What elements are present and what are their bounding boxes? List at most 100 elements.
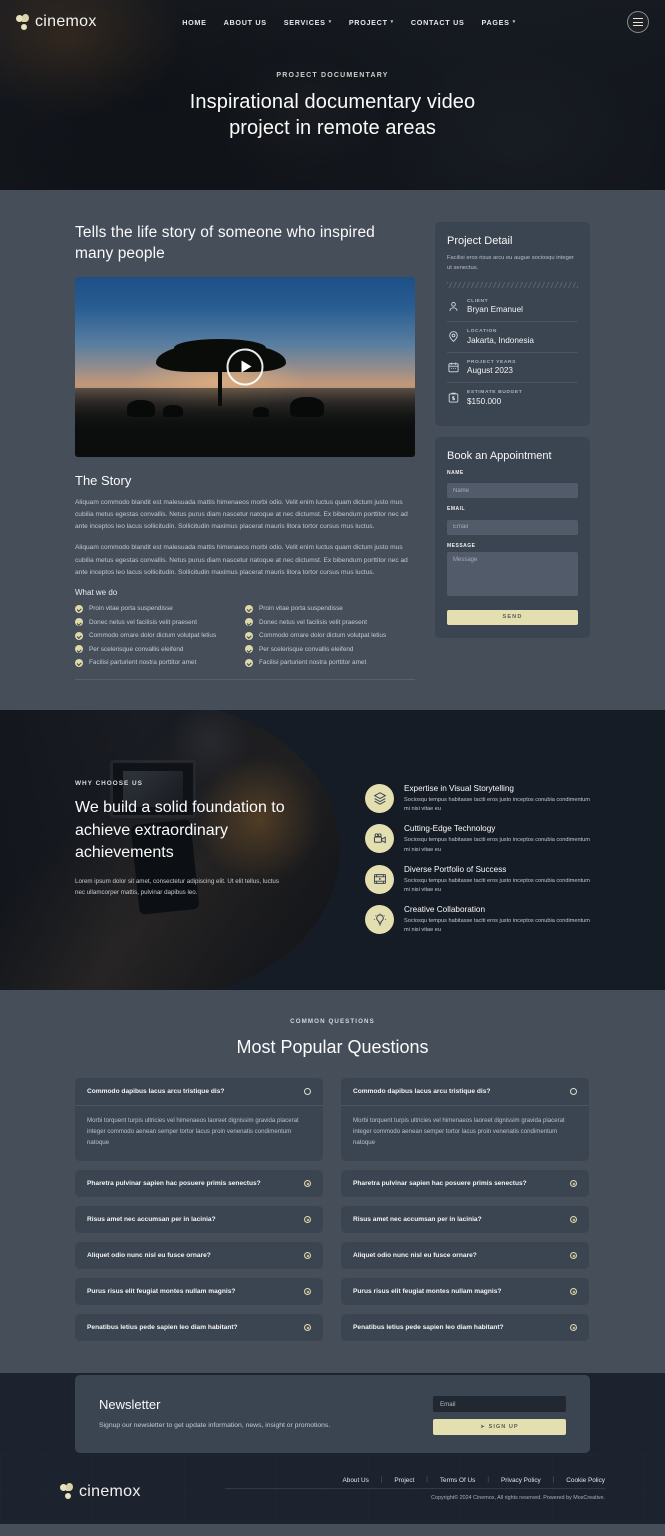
faq-question-row[interactable]: Risus amet nec accumsan per in lacinia? [75, 1206, 323, 1233]
faq-question-row[interactable]: Penatibus letius pede sapien leo diam ha… [341, 1314, 589, 1341]
nav-label: PROJECT [348, 17, 388, 27]
expand-toggle-icon[interactable] [570, 1179, 577, 1187]
nav-label: HOME [182, 17, 207, 27]
faq-item[interactable]: Pharetra pulvinar sapien hac posuere pri… [341, 1169, 589, 1197]
faq-item[interactable]: Penatibus letius pede sapien leo diam ha… [341, 1313, 589, 1341]
faq-item[interactable]: Purus risus elit feugiat montes nullam m… [75, 1277, 323, 1305]
faq-question-row[interactable]: Purus risus elit feugiat montes nullam m… [75, 1278, 323, 1305]
email-field[interactable] [447, 519, 578, 535]
faq-item[interactable]: Pharetra pulvinar sapien hac posuere pri… [75, 1169, 323, 1197]
feature-desc: Sociosqu tempus habitasse taciti eros ju… [404, 877, 590, 893]
collapse-toggle-icon[interactable] [570, 1087, 577, 1095]
detail-value: Jakarta, Indonesia [467, 335, 534, 345]
faq-item[interactable]: Aliquet odio nunc nisl eu fusce ornare? [341, 1241, 589, 1269]
faq-item[interactable]: Penatibus letius pede sapien leo diam ha… [75, 1313, 323, 1341]
list-item-label: Per scelerisque convallis eleifend [259, 645, 354, 653]
footer-logo[interactable]: cinemox [60, 1483, 141, 1501]
faq-item[interactable]: Commodo dapibus lacus arcu tristique dis… [75, 1077, 323, 1161]
faq-question-row[interactable]: Pharetra pulvinar sapien hac posuere pri… [75, 1170, 323, 1197]
expand-toggle-icon[interactable] [304, 1215, 311, 1223]
hatch-divider [447, 281, 578, 288]
expand-toggle-icon[interactable] [570, 1323, 577, 1331]
faq-question-row[interactable]: Aliquet odio nunc nisl eu fusce ornare? [341, 1242, 589, 1269]
faq-question-row[interactable]: Penatibus letius pede sapien leo diam ha… [75, 1314, 323, 1341]
elephant-silhouette [290, 397, 324, 418]
send-button[interactable]: SEND [447, 609, 578, 625]
faq-item[interactable]: Aliquet odio nunc nisl eu fusce ornare? [75, 1241, 323, 1269]
hero-eyebrow: PROJECT DOCUMENTARY [276, 72, 389, 79]
expand-toggle-icon[interactable] [570, 1287, 577, 1295]
site-logo[interactable]: cinemox [16, 13, 97, 31]
detail-row-location: LOCATION Jakarta, Indonesia [447, 322, 578, 353]
feature-title: Creative Collaboration [404, 905, 486, 915]
newsletter-email-input[interactable] [433, 1396, 566, 1413]
faq-question-row[interactable]: Aliquet odio nunc nisl eu fusce ornare? [75, 1242, 323, 1269]
faq-question-row[interactable]: Risus amet nec accumsan per in lacinia? [341, 1206, 589, 1233]
footer: cinemox About Us | Project | Terms Of Us… [0, 1453, 665, 1525]
faq-question-row[interactable]: Commodo dapibus lacus arcu tristique dis… [341, 1078, 589, 1106]
lightbulb-icon [365, 905, 394, 935]
play-icon[interactable] [226, 348, 264, 386]
calendar-icon [447, 361, 460, 374]
detail-label: PROJECT YEARS [467, 359, 517, 365]
detail-row-estimate-budget: ESTIMATE BUDGET $150.000 [447, 383, 578, 413]
check-icon [245, 604, 253, 613]
expand-toggle-icon[interactable] [304, 1323, 311, 1331]
newsletter-card: Newsletter Signup our newsletter to get … [75, 1374, 590, 1454]
divider: | [552, 1477, 555, 1484]
nav-item-project[interactable]: PROJECT ▾ [349, 18, 394, 27]
expand-toggle-icon[interactable] [570, 1215, 577, 1223]
expand-toggle-icon[interactable] [304, 1251, 311, 1259]
nav-item-contact-us[interactable]: CONTACT US [411, 18, 465, 27]
collapse-toggle-icon[interactable] [304, 1087, 311, 1095]
nav-item-services[interactable]: SERVICES ▾ [284, 18, 332, 27]
check-icon [245, 618, 253, 627]
name-field[interactable] [447, 483, 578, 499]
cinemox-logo-icon [60, 1483, 75, 1500]
list-item: Donec netus vel facilisis velit praesent [245, 618, 415, 627]
main-nav: HOME ABOUT US SERVICES ▾ PROJECT ▾ CONTACT… [152, 18, 516, 27]
list-item-label: Donec netus vel facilisis velit praesent [89, 618, 197, 626]
story-paragraph: Aliquam commodo blandit est malesuada ma… [75, 544, 408, 576]
footer-link-cookie-policy[interactable]: Cookie Policy [566, 1477, 605, 1484]
video-player[interactable] [75, 276, 415, 457]
footer-link-privacy-policy[interactable]: Privacy Policy [501, 1477, 541, 1484]
feature-list: Expertise in Visual Storytelling Sociosq… [365, 780, 590, 936]
nav-item-about-us[interactable]: ABOUT US [224, 18, 267, 27]
arrow-icon: ➤ [480, 1424, 486, 1431]
message-field[interactable] [447, 551, 578, 596]
footer-link-about-us[interactable]: About Us [343, 1477, 369, 1484]
feature-desc: Sociosqu tempus habitasse taciti eros ju… [404, 918, 590, 934]
faq-question: Purus risus elit feugiat montes nullam m… [353, 1287, 502, 1295]
nav-item-pages[interactable]: PAGES ▾ [481, 18, 515, 27]
expand-toggle-icon[interactable] [570, 1251, 577, 1259]
hamburger-icon[interactable] [626, 11, 649, 33]
page-title: Inspirational documentary video project … [189, 91, 476, 140]
faq-question: Aliquet odio nunc nisl eu fusce ornare? [353, 1251, 477, 1259]
faq-grid: Commodo dapibus lacus arcu tristique dis… [75, 1077, 590, 1341]
faq-item[interactable]: Risus amet nec accumsan per in lacinia? [75, 1205, 323, 1233]
hero-section: cinemox HOME ABOUT US SERVICES ▾ PROJECT ▾… [0, 0, 665, 190]
sign-up-button[interactable]: ➤ SIGN UP [433, 1419, 566, 1436]
faq-item[interactable]: Purus risus elit feugiat montes nullam m… [341, 1277, 589, 1305]
faq-question-row[interactable]: Purus risus elit feugiat montes nullam m… [341, 1278, 589, 1305]
faq-item[interactable]: Commodo dapibus lacus arcu tristique dis… [341, 1077, 589, 1161]
list-item: Commodo ornare dolor dictum volutpat let… [245, 631, 415, 640]
cinemox-logo-icon [16, 13, 31, 31]
faq-column-2: Commodo dapibus lacus arcu tristique dis… [341, 1077, 589, 1341]
faq-item[interactable]: Risus amet nec accumsan per in lacinia? [341, 1205, 589, 1233]
navbar: cinemox HOME ABOUT US SERVICES ▾ PROJECT ▾… [0, 0, 665, 44]
expand-toggle-icon[interactable] [304, 1287, 311, 1295]
detail-label: ESTIMATE BUDGET [467, 390, 523, 396]
footer-copyright: Copyright© 2024 Cinemox, All rights rese… [431, 1494, 605, 1501]
footer-link-terms-of-us[interactable]: Terms Of Us [440, 1477, 476, 1484]
footer-link-project[interactable]: Project [394, 1477, 414, 1484]
newsletter-section: Newsletter Signup our newsletter to get … [0, 1373, 665, 1454]
nav-item-home[interactable]: HOME [182, 18, 206, 27]
faq-question-row[interactable]: Pharetra pulvinar sapien hac posuere pri… [341, 1170, 589, 1197]
elephant-silhouette [253, 407, 269, 418]
faq-question-row[interactable]: Commodo dapibus lacus arcu tristique dis… [75, 1078, 323, 1106]
check-icon [245, 645, 253, 654]
expand-toggle-icon[interactable] [304, 1179, 311, 1187]
acacia-tree [156, 339, 287, 407]
